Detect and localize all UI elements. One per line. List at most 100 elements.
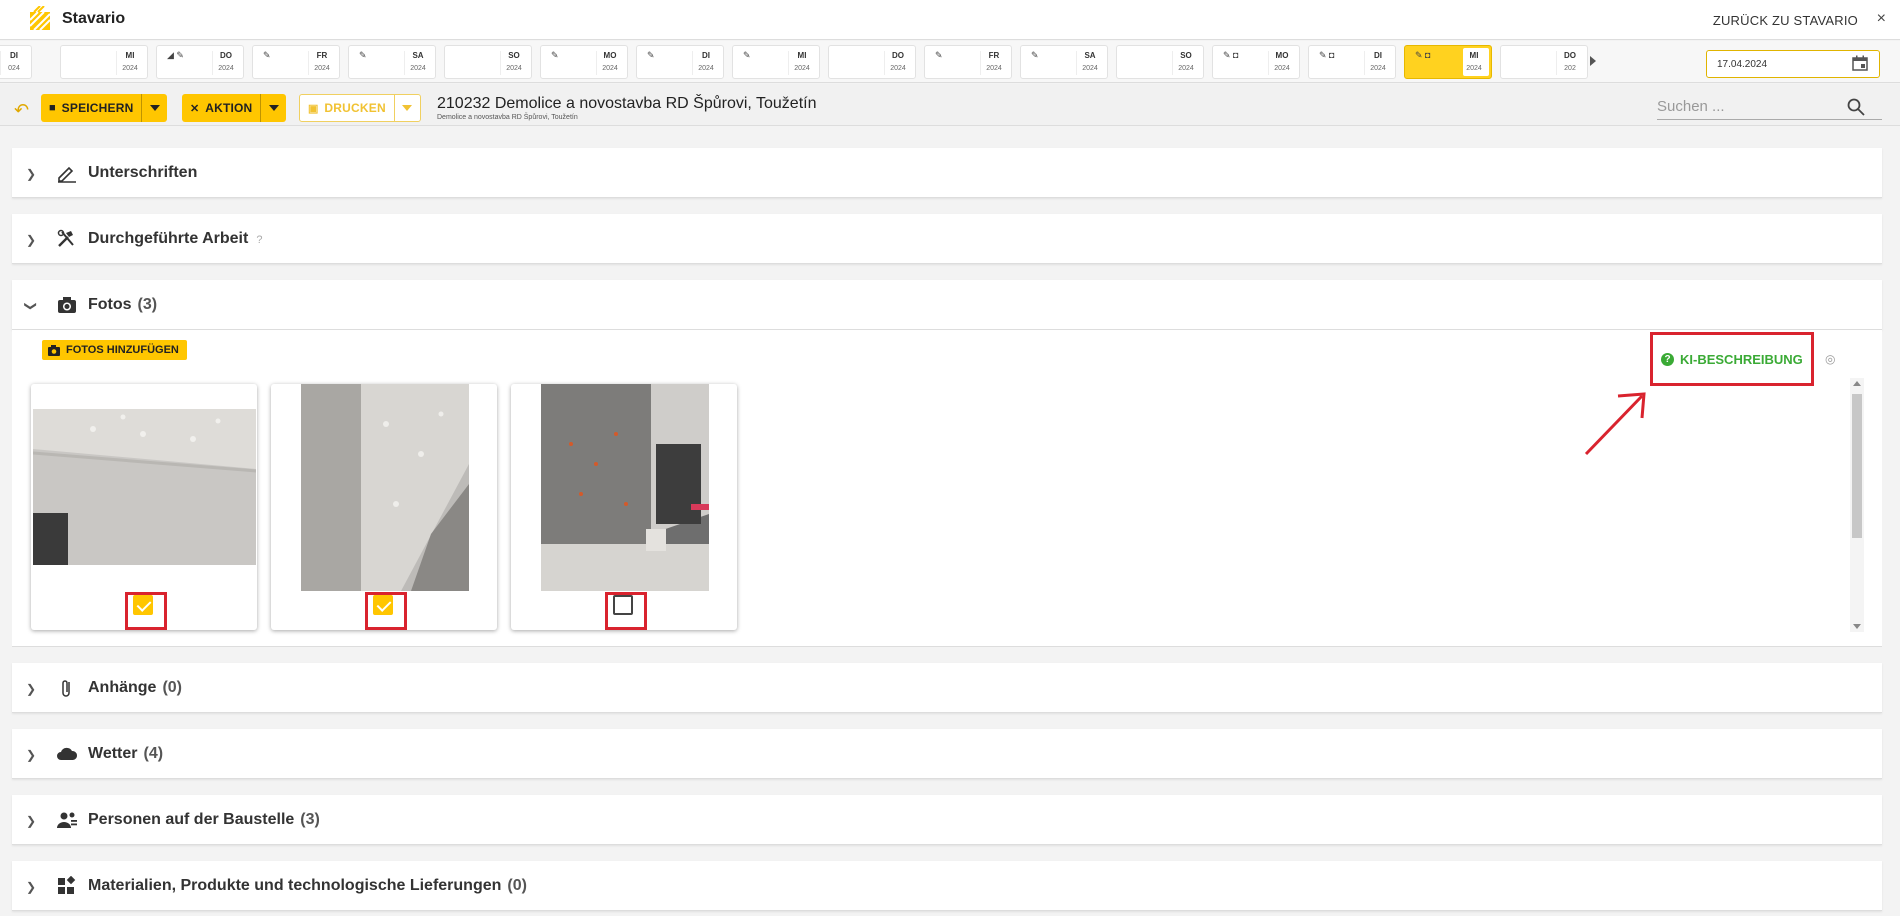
day-tile[interactable]: SO 2024 (1116, 45, 1204, 79)
day-name: DO (1564, 51, 1576, 60)
day-status-icon: ✎ ◘ (1319, 50, 1335, 60)
project-title: 210232 Demolice a novostavba RD Špůrovi,… (437, 95, 817, 112)
day-name: SO (508, 51, 520, 60)
save-button[interactable]: ■ SPEICHERN (41, 94, 168, 122)
day-year: 2024 (1082, 65, 1098, 72)
day-name: SO (1180, 51, 1192, 60)
day-separator (884, 51, 885, 75)
help-icon[interactable]: ? (256, 234, 262, 246)
day-status-icon: ✎ (1031, 50, 1039, 60)
ki-description-label: KI-BESCHREIBUNG (1680, 352, 1803, 367)
tools-icon: ✕ (190, 102, 200, 115)
day-tile[interactable]: ✎ MO 2024 (540, 45, 628, 79)
chevron-down-icon[interactable]: ❯ (24, 301, 38, 311)
day-year: 2024 (1178, 65, 1194, 72)
highlight-box (365, 592, 407, 630)
chevron-right-icon[interactable]: ❯ (26, 748, 36, 762)
day-separator (212, 51, 213, 75)
day-tile[interactable]: SO 2024 (444, 45, 532, 79)
day-name: MI (797, 51, 807, 60)
scroll-thumb[interactable] (1852, 394, 1862, 538)
panel-weather[interactable]: ❯ Wetter (4) (12, 729, 1882, 779)
day-separator (596, 51, 597, 75)
day-separator (1172, 51, 1173, 75)
day-tile[interactable]: ✎ FR 2024 (924, 45, 1012, 79)
lightbulb-icon[interactable]: ◎ (1825, 352, 1835, 366)
add-photo-icon (48, 345, 60, 356)
day-year: 2024 (314, 65, 330, 72)
day-tile[interactable]: DI 024 (0, 45, 32, 79)
photos-scrollbar[interactable] (1850, 378, 1864, 632)
photo-thumbnail[interactable] (33, 409, 256, 565)
next-days-arrow-icon[interactable] (1590, 56, 1596, 66)
close-icon[interactable]: × (1877, 10, 1886, 28)
day-tile[interactable]: ✎ SA 2024 (1020, 45, 1108, 79)
save-dropdown-caret[interactable] (141, 94, 167, 122)
date-strip: DI 024 MI 2024 ◢ ✎ DO 2024 ✎ FR 2024 ✎ SA 2024 SO 2024… (0, 41, 1900, 83)
chevron-right-icon[interactable]: ❯ (26, 682, 36, 696)
print-dropdown-caret[interactable] (393, 94, 420, 122)
action-button[interactable]: ✕ AKTION (182, 94, 287, 122)
panel-work[interactable]: ❯ Durchgeführte Arbeit? (12, 214, 1882, 264)
day-tile[interactable]: ✎ FR 2024 (252, 45, 340, 79)
printer-icon: ▣ (308, 102, 319, 115)
day-year: 024 (8, 65, 20, 72)
day-year: 2024 (1370, 65, 1386, 72)
day-tile[interactable]: ✎ ◘ DI 2024 (1308, 45, 1396, 79)
ki-description-button[interactable]: ? KI-BESCHREIBUNG (1661, 352, 1803, 367)
app-name: Stavario (62, 10, 126, 27)
panel-title: Materialien, Produkte und technologische… (88, 877, 527, 894)
add-photos-button[interactable]: FOTOS HINZUFÜGEN (42, 340, 187, 360)
stavario-logo-icon (29, 6, 51, 31)
day-tile[interactable]: DO 202 (1500, 45, 1588, 79)
panel-title: Anhänge (0) (88, 679, 183, 696)
day-tile[interactable]: ◢ ✎ DO 2024 (156, 45, 244, 79)
day-year: 2024 (602, 65, 618, 72)
action-dropdown-caret[interactable] (260, 94, 286, 122)
top-bar: Stavario ZURÜCK ZU STAVARIO × (0, 0, 1900, 40)
day-tile[interactable]: ✎ MI 2024 (732, 45, 820, 79)
day-year: 2024 (506, 65, 522, 72)
day-name: DO (220, 51, 232, 60)
chevron-right-icon[interactable]: ❯ (26, 167, 36, 181)
add-photos-label: FOTOS HINZUFÜGEN (66, 344, 179, 356)
scroll-up-icon[interactable] (1853, 381, 1861, 386)
panel-persons[interactable]: ❯ Personen auf der Baustelle (3) (12, 795, 1882, 845)
day-tile[interactable]: MI 2024 (60, 45, 148, 79)
panel-materials[interactable]: ❯ Materialien, Produkte und technologisc… (12, 861, 1882, 911)
panel-attachments[interactable]: ❯ Anhänge (0) (12, 663, 1882, 713)
day-year: 2024 (122, 65, 138, 72)
day-separator (692, 51, 693, 75)
day-tile[interactable]: ✎ DI 2024 (636, 45, 724, 79)
photo-thumbnail[interactable] (541, 384, 709, 591)
panel-signatures[interactable]: ❯ Unterschriften (12, 148, 1882, 198)
day-year: 2024 (794, 65, 810, 72)
day-status-icon: ✎ (359, 50, 367, 60)
day-status-icon: ✎ (647, 50, 655, 60)
chevron-right-icon[interactable]: ❯ (26, 233, 36, 247)
search-icon[interactable] (1847, 98, 1865, 116)
day-tile[interactable]: DO 2024 (828, 45, 916, 79)
day-tile[interactable]: ✎ ◘ MO 2024 (1212, 45, 1300, 79)
day-name: MI (125, 51, 135, 60)
day-tile[interactable]: ✎ SA 2024 (348, 45, 436, 79)
day-status-icon: ✎ (935, 50, 943, 60)
panel-photos[interactable]: ❯ Fotos (3) (12, 280, 1882, 330)
cloud-icon (57, 747, 78, 760)
brand[interactable]: Stavario (28, 6, 125, 32)
print-button[interactable]: ▣ DRUCKEN (299, 94, 421, 122)
calendar-icon[interactable] (1852, 55, 1868, 71)
chevron-right-icon[interactable]: ❯ (26, 880, 36, 894)
day-status-icon: ✎ ◘ (1223, 50, 1239, 60)
day-separator (980, 51, 981, 75)
day-separator (404, 51, 405, 75)
chevron-right-icon[interactable]: ❯ (26, 814, 36, 828)
photo-thumbnail[interactable] (301, 384, 469, 591)
day-name: SA (1084, 51, 1096, 60)
scroll-down-icon[interactable] (1853, 624, 1861, 629)
undo-icon[interactable]: ↶ (14, 100, 29, 121)
day-separator (1076, 51, 1077, 75)
day-tile[interactable]: ✎ ◘ MI 2024 (1404, 45, 1492, 79)
back-to-stavario-link[interactable]: ZURÜCK ZU STAVARIO (1713, 13, 1858, 28)
day-name: MO (1275, 51, 1289, 60)
